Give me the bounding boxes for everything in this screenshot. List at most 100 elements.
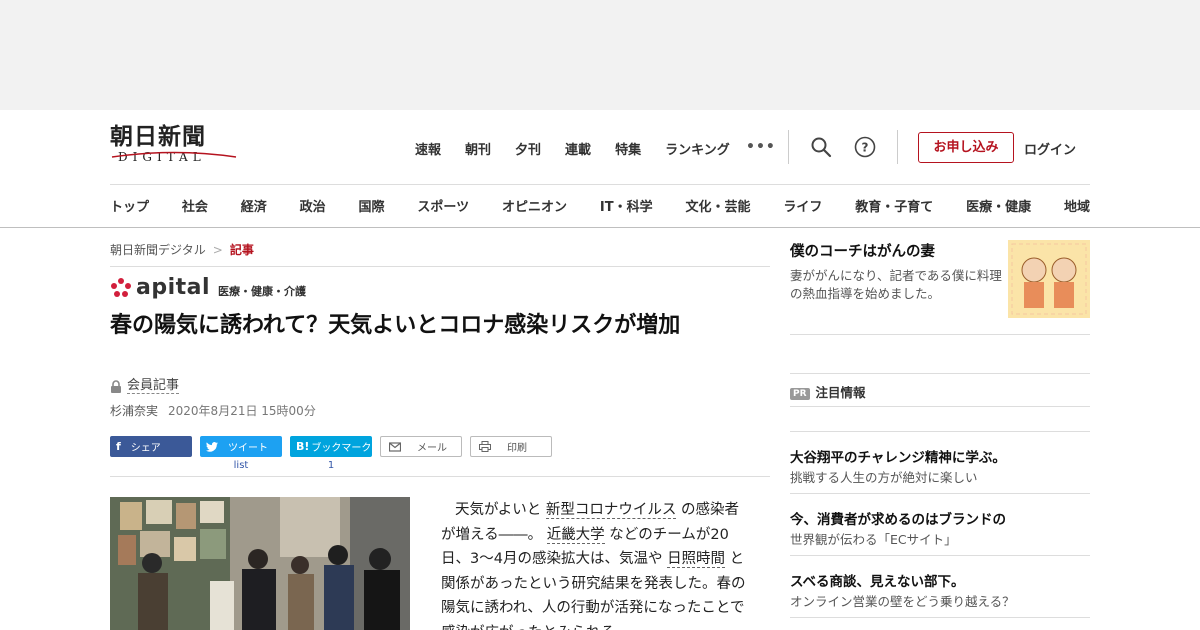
- signup-button[interactable]: お申し込み: [918, 132, 1014, 163]
- category-item-opinion[interactable]: オピニオン: [502, 196, 567, 215]
- login-link[interactable]: ログイン: [1024, 139, 1076, 158]
- top-nav-item-series[interactable]: 連載: [565, 139, 591, 158]
- hatena-bookmark-label: ブックマーク: [311, 443, 372, 454]
- sidebar-feature[interactable]: 僕のコーチはがんの妻 妻ががんになり、記者である僕に料理の熱血指導を始めました。: [790, 240, 1005, 303]
- category-item-economy[interactable]: 経済: [241, 196, 267, 215]
- sidebar-feature-desc: 妻ががんになり、記者である僕に料理の熱血指導を始めました。: [790, 268, 1002, 301]
- article-byline: 杉浦奈実 2020年8月21日 15時00分: [110, 402, 316, 419]
- facebook-icon: f: [116, 440, 121, 453]
- article-photo[interactable]: [110, 497, 410, 630]
- help-icon[interactable]: ?: [853, 135, 877, 159]
- category-item-local[interactable]: 地域: [1064, 196, 1090, 215]
- pr-item-desc: 世界観が伝わる「ECサイト」: [790, 532, 957, 547]
- pr-item-title: スベる商談、見えない部下。: [790, 574, 965, 590]
- sidebar-divider: [790, 431, 1090, 432]
- twitter-share-button[interactable]: ツイート list: [200, 436, 282, 471]
- hatena-bookmark-count[interactable]: 1: [290, 460, 372, 471]
- pr-badge: PR: [790, 388, 810, 400]
- sidebar-divider: [790, 617, 1090, 618]
- pr-item-desc: オンライン営業の壁をどう乗り越える？: [790, 594, 1015, 609]
- logo-arc: [111, 151, 237, 158]
- sidebar-divider: [790, 555, 1090, 556]
- category-item-life[interactable]: ライフ: [783, 196, 822, 215]
- print-label: 印刷: [507, 443, 527, 454]
- apital-subtitle: 医療・健康・介護: [218, 285, 307, 298]
- facebook-share-button[interactable]: f シェア: [110, 436, 192, 457]
- logo-title: 朝日新聞: [110, 123, 206, 150]
- apital-brand: apital: [136, 275, 211, 300]
- pr-item[interactable]: 大谷翔平のチャレンジ精神に学ぶ。 挑戦する人生の方が絶対に楽しい: [790, 446, 1090, 487]
- pr-item-title: 大谷翔平のチャレンジ精神に学ぶ。: [790, 450, 1006, 466]
- keyword-link-kindai[interactable]: 近畿大学: [546, 526, 605, 544]
- breadcrumb: 朝日新聞デジタル > 記事: [110, 241, 254, 258]
- lock-icon: [111, 379, 121, 393]
- twitter-icon: [206, 441, 218, 452]
- site-logo[interactable]: 朝日新聞 DIGITAL: [110, 124, 240, 170]
- article-headline: 春の陽気に誘われて？天気よいとコロナ感染リスクが増加: [110, 313, 681, 338]
- print-icon: [479, 441, 491, 452]
- category-item-health[interactable]: 医療・健康: [966, 196, 1031, 215]
- keyword-link-sunshine[interactable]: 日照時間: [667, 551, 726, 568]
- top-nav: 速報 朝刊 夕刊 連載 特集 ランキング: [415, 139, 754, 158]
- keyword-link-coronavirus[interactable]: 新型コロナウイルス: [545, 502, 677, 519]
- mail-share-label: メール: [417, 443, 447, 454]
- category-item-culture[interactable]: 文化・芸能: [685, 196, 750, 215]
- twitter-share-count[interactable]: list: [200, 460, 282, 471]
- member-only-text[interactable]: 会員記事: [127, 378, 180, 394]
- category-nav: トップ 社会 経済 政治 国際 スポーツ オピニオン IT・科学 文化・芸能 ラ…: [110, 196, 1090, 215]
- pr-item[interactable]: 今、消費者が求めるのはブランドの 世界観が伝わる「ECサイト」: [790, 508, 1090, 549]
- hatena-bookmark-icon: B!: [296, 440, 310, 453]
- hatena-bookmark-button[interactable]: B! ブックマーク 1: [290, 436, 372, 471]
- ad-banner-area: [0, 0, 1200, 110]
- apital-section-label[interactable]: apital 医療・健康・介護: [110, 276, 306, 300]
- category-item-international[interactable]: 国際: [359, 196, 385, 215]
- author-name: 杉浦奈実: [110, 404, 159, 418]
- article-photo-image: [110, 497, 410, 630]
- mail-icon: [389, 441, 401, 452]
- breadcrumb-separator: >: [212, 243, 223, 257]
- content-divider: [110, 266, 770, 267]
- article-text: 天気がよいと: [455, 502, 542, 518]
- publish-date: 2020年8月21日 15時00分: [168, 404, 316, 418]
- pr-item[interactable]: スベる商談、見えない部下。 オンライン営業の壁をどう乗り越える？: [790, 570, 1090, 611]
- svg-text:?: ?: [862, 141, 869, 155]
- member-only-label: 会員記事: [110, 378, 180, 394]
- breadcrumb-home[interactable]: 朝日新聞デジタル: [110, 243, 206, 257]
- header-rule: [110, 184, 1090, 185]
- top-nav-item-ranking[interactable]: ランキング: [665, 139, 730, 158]
- top-nav-item-features[interactable]: 特集: [615, 139, 641, 158]
- content-divider: [110, 476, 770, 477]
- apital-logo-icon: [111, 278, 131, 297]
- top-nav-item-evening[interactable]: 夕刊: [515, 139, 541, 158]
- breadcrumb-current: 記事: [229, 243, 254, 257]
- pr-item-title: 今、消費者が求めるのはブランドの: [790, 512, 1006, 528]
- header-divider: [788, 130, 789, 164]
- top-nav-item-morning[interactable]: 朝刊: [465, 139, 491, 158]
- category-item-it-science[interactable]: IT・科学: [600, 196, 653, 215]
- top-nav-item-breaking[interactable]: 速報: [415, 139, 441, 158]
- header-divider: [897, 130, 898, 164]
- twitter-share-label: ツイート: [228, 443, 268, 454]
- sidebar-divider: [790, 406, 1090, 407]
- sidebar-divider: [790, 334, 1090, 335]
- feature-illustration[interactable]: [1008, 240, 1090, 318]
- mail-share-button[interactable]: メール: [380, 436, 462, 457]
- site-header: 朝日新聞 DIGITAL 速報 朝刊 夕刊 連載 特集 ランキング ••• ? …: [0, 110, 1200, 228]
- pr-item-desc: 挑戦する人生の方が絶対に楽しい: [790, 470, 978, 485]
- category-item-sports[interactable]: スポーツ: [417, 196, 469, 215]
- facebook-share-label: シェア: [130, 443, 161, 454]
- sidebar-divider: [790, 493, 1090, 494]
- sidebar-feature-title: 僕のコーチはがんの妻: [790, 244, 935, 260]
- article-body: 天気がよいと 新型コロナウイルス の感染者が増える――。 近畿大学 などのチーム…: [441, 498, 751, 630]
- category-item-education[interactable]: 教育・子育て: [855, 196, 933, 215]
- print-button[interactable]: 印刷: [470, 436, 552, 457]
- category-item-politics[interactable]: 政治: [300, 196, 326, 215]
- category-item-top[interactable]: トップ: [110, 196, 149, 215]
- search-icon[interactable]: [809, 135, 833, 159]
- share-buttons: f シェア ツイート list B! ブックマーク 1 メール 印刷: [110, 436, 552, 471]
- more-menu-icon[interactable]: •••: [746, 139, 776, 155]
- pr-title: 注目情報: [815, 385, 866, 400]
- category-item-society[interactable]: 社会: [182, 196, 208, 215]
- sidebar-divider: [790, 373, 1090, 374]
- pr-header: PR 注目情報: [790, 382, 866, 401]
